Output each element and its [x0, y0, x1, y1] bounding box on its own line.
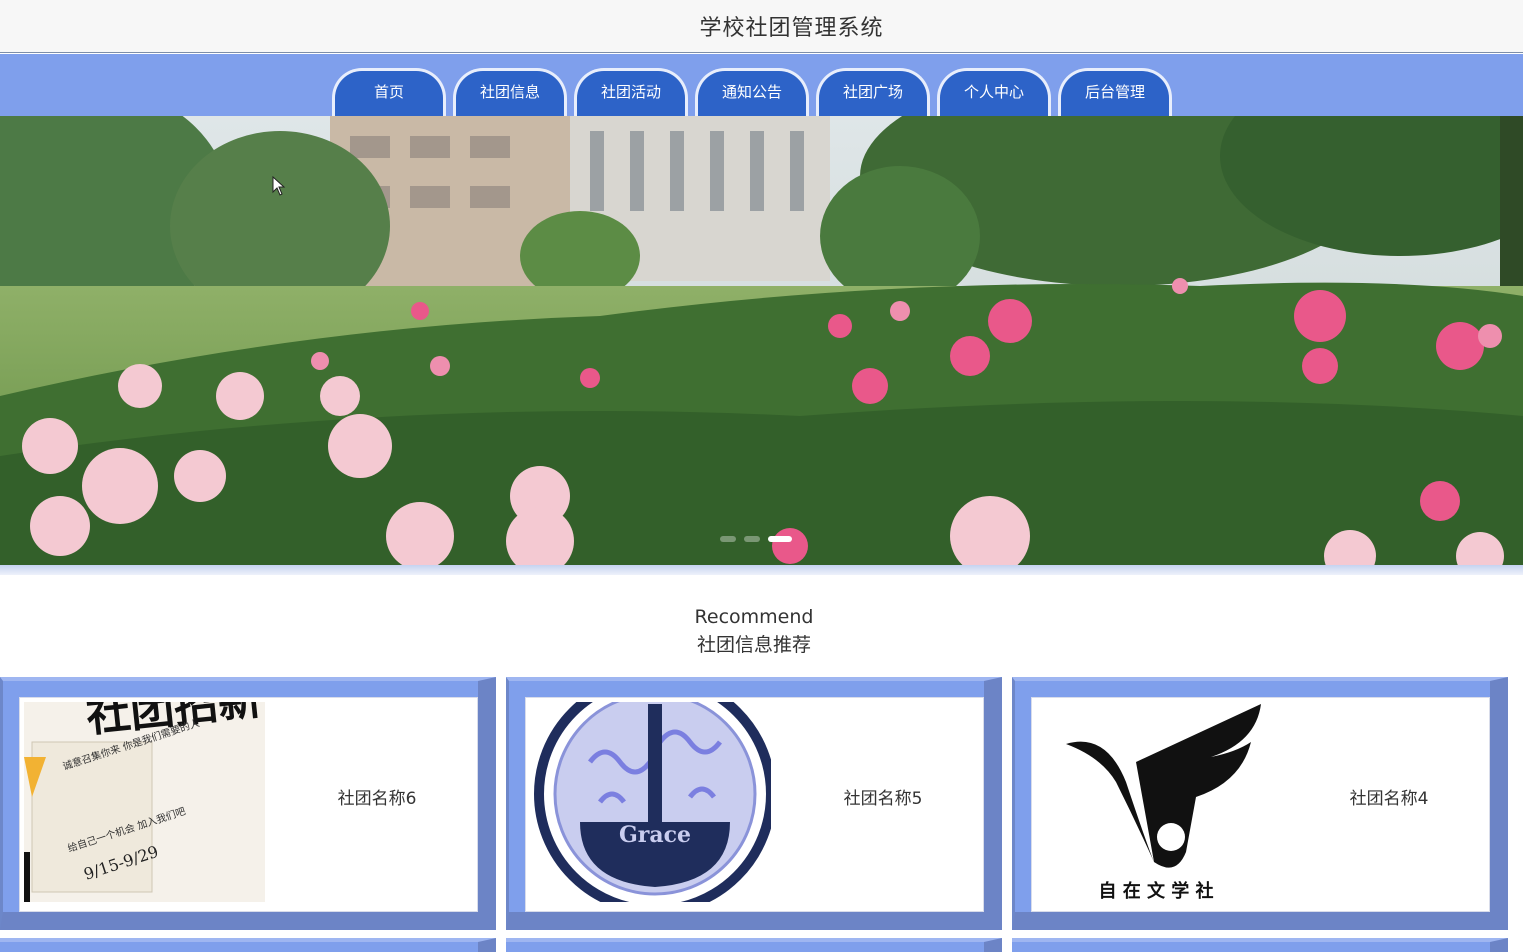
club-name[interactable]: 社团名称4: [1294, 784, 1484, 809]
literature-logo-text: 自 在 文 学 社: [1098, 880, 1213, 902]
carousel-dot[interactable]: [744, 536, 760, 542]
nav-tabs: 首页 社团信息 社团活动 通知公告 社团广场 个人中心 后台管理: [332, 68, 1179, 116]
nav-tab-admin[interactable]: 后台管理: [1058, 68, 1172, 116]
carousel-indicators: [720, 536, 792, 542]
grace-logo-text: Grace: [619, 822, 691, 848]
club-card-partial[interactable]: [0, 938, 496, 952]
nav-tab-personal-center[interactable]: 个人中心: [937, 68, 1051, 116]
club-card-body: 社团招新 诚意召集你来 你是我们需要的人 给自己一个机会 加入我们吧 9/15-…: [19, 697, 478, 912]
mouse-cursor-icon: [272, 176, 286, 196]
nav-tab-club-info[interactable]: 社团信息: [453, 68, 567, 116]
nav-tab-club-square[interactable]: 社团广场: [816, 68, 930, 116]
nav-tab-notices[interactable]: 通知公告: [695, 68, 809, 116]
nav-tab-home[interactable]: 首页: [332, 68, 446, 116]
literature-club-logo-image[interactable]: 自 在 文 学 社: [1036, 702, 1277, 902]
carousel-dot[interactable]: [720, 536, 736, 542]
recommend-title-en: Recommend: [694, 606, 814, 628]
recruitment-poster-image[interactable]: 社团招新 诚意召集你来 你是我们需要的人 给自己一个机会 加入我们吧 9/15-…: [24, 702, 265, 902]
club-card[interactable]: 社团招新 诚意召集你来 你是我们需要的人 给自己一个机会 加入我们吧 9/15-…: [0, 677, 496, 930]
club-card-body: Grace 社团名称5: [525, 697, 984, 912]
club-card-partial[interactable]: [506, 938, 1002, 952]
club-name[interactable]: 社团名称6: [282, 784, 472, 809]
club-name[interactable]: 社团名称5: [788, 784, 978, 809]
nav-tab-club-activities[interactable]: 社团活动: [574, 68, 688, 116]
banner-image: [0, 116, 1523, 565]
grace-club-logo-image[interactable]: Grace: [530, 702, 771, 902]
club-card[interactable]: Grace 社团名称5: [506, 677, 1002, 930]
title-bar: 学校社团管理系统: [0, 0, 1523, 53]
banner-bottom-strip: [0, 565, 1523, 575]
recommend-title-cn: 社团信息推荐: [696, 634, 811, 656]
club-card-body: 自 在 文 学 社 社团名称4: [1031, 697, 1490, 912]
page-title: 学校社团管理系统: [699, 16, 884, 41]
main-nav: 首页 社团信息 社团活动 通知公告 社团广场 个人中心 后台管理: [0, 54, 1523, 116]
recommend-heading: Recommend 社团信息推荐: [0, 604, 1508, 660]
banner-carousel[interactable]: [0, 116, 1523, 565]
carousel-dot-active[interactable]: [768, 536, 792, 542]
club-card-partial[interactable]: [1012, 938, 1508, 952]
club-card[interactable]: 自 在 文 学 社 社团名称4: [1012, 677, 1508, 930]
